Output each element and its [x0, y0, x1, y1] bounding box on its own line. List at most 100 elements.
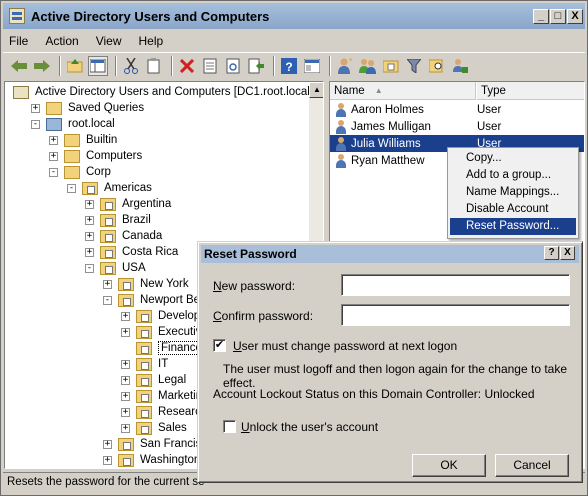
- tree-root[interactable]: Active Directory Users and Computers [DC…: [13, 84, 313, 100]
- expand-icon[interactable]: +: [49, 135, 58, 145]
- expand-icon[interactable]: +: [85, 199, 94, 209]
- tree-item[interactable]: + Executive: [121, 324, 208, 340]
- close-button[interactable]: X: [567, 9, 583, 24]
- collapse-icon[interactable]: -: [67, 183, 76, 193]
- expand-icon[interactable]: +: [121, 407, 130, 417]
- menu-item-reset-password[interactable]: Reset Password...: [450, 218, 576, 235]
- unlock-checkbox[interactable]: [223, 420, 236, 433]
- expand-icon[interactable]: +: [31, 103, 40, 113]
- list-item[interactable]: James Mulligan User: [330, 118, 584, 135]
- tree-item-label: Legal: [158, 374, 187, 386]
- expand-icon[interactable]: +: [103, 439, 112, 449]
- column-header-name[interactable]: Name ▲: [330, 82, 476, 100]
- menu-item-copy[interactable]: Copy...: [450, 150, 576, 167]
- menu-action[interactable]: Action: [45, 34, 78, 48]
- title-bar[interactable]: Active Directory Users and Computers _ □…: [3, 3, 585, 29]
- menu-file[interactable]: File: [9, 34, 28, 48]
- tree-item[interactable]: + Sales: [121, 420, 187, 436]
- expand-icon[interactable]: +: [103, 455, 112, 465]
- tree-item[interactable]: + Canada: [85, 228, 162, 244]
- column-header-type[interactable]: Type: [477, 82, 584, 100]
- menu-item-disable-account[interactable]: Disable Account: [450, 201, 576, 218]
- collapse-icon[interactable]: -: [85, 263, 94, 273]
- expand-icon[interactable]: +: [121, 375, 130, 385]
- dialog-help-button[interactable]: ?: [544, 246, 559, 260]
- tree-item[interactable]: + Marketing: [121, 388, 209, 404]
- properties-icon[interactable]: [200, 56, 220, 76]
- tree-item[interactable]: + Computers: [49, 148, 142, 164]
- dialog-close-button[interactable]: X: [560, 246, 575, 260]
- expand-icon[interactable]: +: [121, 423, 130, 433]
- tree-item[interactable]: - USA: [85, 260, 146, 276]
- expand-icon[interactable]: +: [85, 231, 94, 241]
- new-group-icon[interactable]: [358, 56, 378, 76]
- export-icon[interactable]: [246, 56, 266, 76]
- new-user-icon[interactable]: *: [335, 56, 355, 76]
- tree-item[interactable]: + Brazil: [85, 212, 151, 228]
- main-window: Active Directory Users and Computers _ □…: [0, 0, 588, 496]
- must-change-label[interactable]: User must change password at next logon: [233, 339, 457, 353]
- delete-icon[interactable]: [177, 56, 197, 76]
- expand-icon[interactable]: +: [85, 247, 94, 257]
- label-text: User must change password at next logon: [233, 339, 458, 353]
- expand-icon[interactable]: +: [121, 311, 130, 321]
- tree-item[interactable]: + New York: [103, 276, 189, 292]
- tree-item[interactable]: - Americas: [67, 180, 152, 196]
- tree-item[interactable]: + Research: [121, 404, 207, 420]
- find-icon[interactable]: [427, 56, 447, 76]
- collapse-icon[interactable]: -: [49, 167, 58, 177]
- tree-item[interactable]: + Saved Queries: [31, 100, 144, 116]
- tree-item[interactable]: + Argentina: [85, 196, 171, 212]
- tree-item[interactable]: - Corp: [49, 164, 111, 180]
- expand-icon[interactable]: +: [121, 327, 130, 337]
- expand-icon[interactable]: +: [49, 151, 58, 161]
- tree-item[interactable]: Finance: [121, 340, 205, 356]
- maximize-button[interactable]: □: [550, 9, 566, 24]
- collapse-icon[interactable]: -: [103, 295, 112, 305]
- label-text: New password:: [213, 279, 296, 293]
- menu-view[interactable]: View: [96, 34, 122, 48]
- toolbar-separator: [329, 55, 331, 76]
- tree-item[interactable]: + Costa Rica: [85, 244, 178, 260]
- tree-item-label: Computers: [86, 150, 143, 162]
- new-password-input[interactable]: [341, 274, 570, 296]
- must-change-checkbox[interactable]: ✔: [213, 339, 226, 352]
- unlock-label[interactable]: Unlock the user's account: [241, 420, 378, 434]
- expand-icon[interactable]: +: [103, 279, 112, 289]
- delegate-icon[interactable]: [450, 56, 470, 76]
- menu-help[interactable]: Help: [139, 34, 164, 48]
- column-label: Name: [334, 84, 365, 97]
- dialog-title-bar[interactable]: Reset Password: [201, 245, 579, 263]
- new-ou-icon[interactable]: [381, 56, 401, 76]
- expand-icon[interactable]: +: [121, 359, 130, 369]
- toolbar: ? *: [3, 52, 585, 78]
- tree-item[interactable]: - root.local: [31, 116, 115, 132]
- expand-icon[interactable]: +: [85, 215, 94, 225]
- scroll-up-arrow[interactable]: ▲: [309, 82, 323, 98]
- cut-icon[interactable]: [121, 56, 141, 76]
- console-icon[interactable]: [302, 56, 322, 76]
- refresh-icon[interactable]: [223, 56, 243, 76]
- lockout-status: Account Lockout Status on this Domain Co…: [213, 387, 535, 401]
- ok-button[interactable]: OK: [412, 454, 486, 477]
- up-folder-icon[interactable]: [65, 56, 85, 76]
- show-tree-icon[interactable]: [88, 55, 108, 76]
- help-icon[interactable]: ?: [279, 56, 299, 76]
- list-item[interactable]: Aaron Holmes User: [330, 101, 584, 118]
- back-icon[interactable]: [9, 56, 29, 76]
- expand-icon[interactable]: +: [121, 391, 130, 401]
- confirm-password-input[interactable]: [341, 304, 570, 326]
- tree-item[interactable]: + Builtin: [49, 132, 117, 148]
- cancel-button[interactable]: Cancel: [495, 454, 569, 477]
- filter-icon[interactable]: [404, 56, 424, 76]
- menu-bar: File Action View Help: [3, 31, 585, 51]
- ou-folder-icon: [100, 213, 116, 227]
- minimize-button[interactable]: _: [533, 9, 549, 24]
- tree-item[interactable]: + IT: [121, 356, 168, 372]
- copy-icon[interactable]: [144, 56, 164, 76]
- forward-icon[interactable]: [32, 56, 52, 76]
- menu-item-name-mappings[interactable]: Name Mappings...: [450, 184, 576, 201]
- tree-item[interactable]: + Legal: [121, 372, 186, 388]
- collapse-icon[interactable]: -: [31, 119, 40, 129]
- menu-item-add-to-group[interactable]: Add to a group...: [450, 167, 576, 184]
